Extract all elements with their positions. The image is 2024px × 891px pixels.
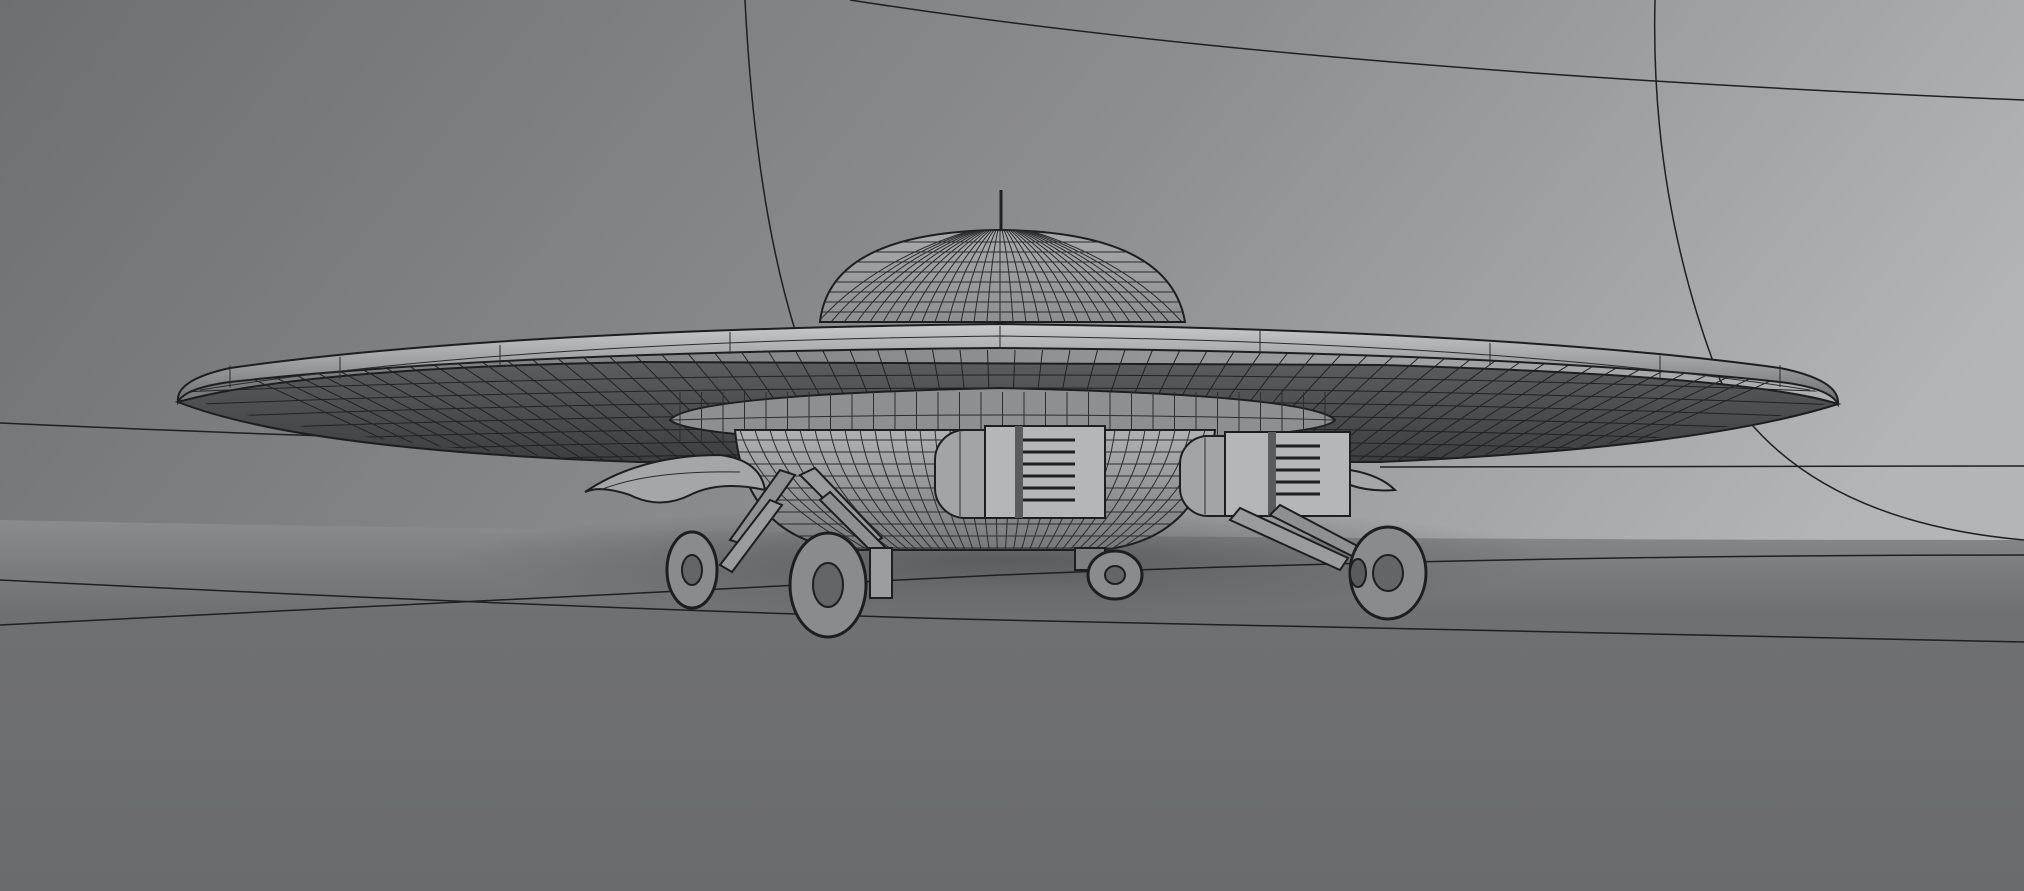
wheel-right: [1348, 525, 1428, 621]
render-viewport[interactable]: [0, 0, 2024, 891]
wheel-left-front: [788, 531, 868, 639]
engine-pod-right: [1179, 431, 1351, 517]
engine-pod-left: [934, 425, 1106, 519]
wheel-center: [1086, 549, 1144, 601]
wheel-left-rear: [665, 530, 719, 610]
wireframe-render: [0, 0, 2024, 891]
